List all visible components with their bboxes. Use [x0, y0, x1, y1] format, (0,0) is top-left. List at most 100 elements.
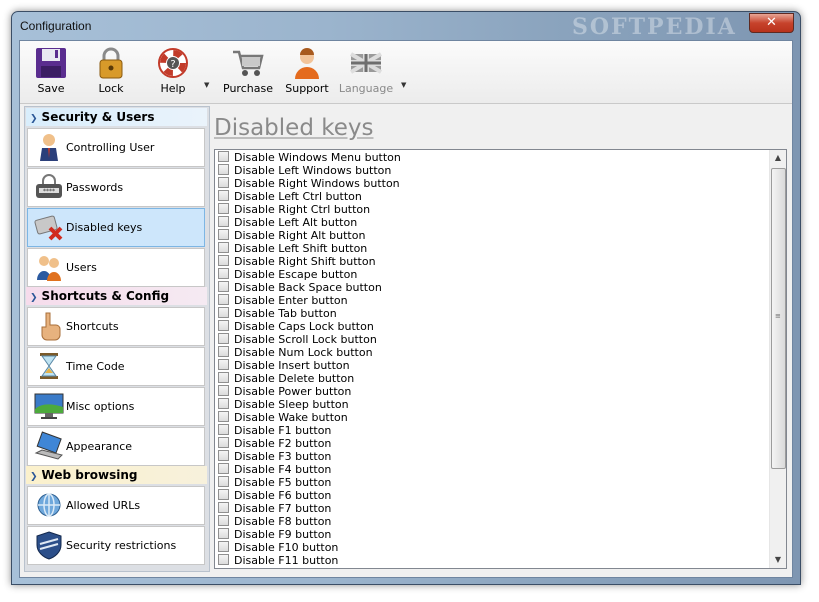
- checklist-item[interactable]: Disable F8 button: [218, 515, 401, 528]
- checkbox[interactable]: [218, 541, 229, 552]
- checkbox[interactable]: [218, 294, 229, 305]
- checkbox[interactable]: [218, 502, 229, 513]
- checkbox[interactable]: [218, 346, 229, 357]
- checkbox[interactable]: [218, 359, 229, 370]
- checklist-item[interactable]: Disable F3 button: [218, 450, 401, 463]
- checklist-item[interactable]: Disable Left Ctrl button: [218, 190, 401, 203]
- checklist-item[interactable]: Disable Left Alt button: [218, 216, 401, 229]
- checkbox[interactable]: [218, 554, 229, 565]
- checkbox[interactable]: [218, 424, 229, 435]
- checklist-item[interactable]: Disable Power button: [218, 385, 401, 398]
- svg-text:?: ?: [170, 59, 175, 70]
- checkbox[interactable]: [218, 463, 229, 474]
- scrollbar-thumb[interactable]: ≡: [771, 168, 786, 469]
- checklist-item[interactable]: Disable Wake button: [218, 411, 401, 424]
- checkbox[interactable]: [218, 242, 229, 253]
- disabled-keys-checklist[interactable]: Disable Windows Menu button Disable Left …: [214, 149, 787, 569]
- checklist-item[interactable]: Disable F9 button: [218, 528, 401, 541]
- checkbox[interactable]: [218, 515, 229, 526]
- checkbox[interactable]: [218, 216, 229, 227]
- sidebar-item-allowed-urls[interactable]: Allowed URLs: [27, 486, 205, 525]
- checkbox[interactable]: [218, 320, 229, 331]
- sidebar-item-disabled-keys[interactable]: Disabled keys: [27, 208, 205, 247]
- group-shortcuts-config[interactable]: ❯ Shortcuts & Config: [26, 287, 207, 305]
- checkbox[interactable]: [218, 190, 229, 201]
- save-button[interactable]: Save: [23, 44, 79, 100]
- lock-label: Lock: [98, 82, 124, 95]
- close-button[interactable]: ✕: [749, 13, 794, 33]
- checklist-item[interactable]: Disable Num Lock button: [218, 346, 401, 359]
- checklist-item[interactable]: Disable Right Ctrl button: [218, 203, 401, 216]
- checklist-item[interactable]: Disable Caps Lock button: [218, 320, 401, 333]
- checklist-item[interactable]: Disable F6 button: [218, 489, 401, 502]
- checkbox[interactable]: [218, 307, 229, 318]
- checkbox[interactable]: [218, 281, 229, 292]
- checkbox[interactable]: [218, 268, 229, 279]
- checklist-item[interactable]: Disable Left Shift button: [218, 242, 401, 255]
- lock-button[interactable]: Lock: [83, 44, 139, 100]
- checkbox[interactable]: [218, 398, 229, 409]
- checkbox[interactable]: [218, 164, 229, 175]
- title-bar[interactable]: Configuration SOFTPEDIA ✕: [12, 12, 800, 40]
- checklist-item[interactable]: Disable Insert button: [218, 359, 401, 372]
- language-dropdown-arrow[interactable]: ▼: [401, 81, 406, 89]
- checklist-item-label: Disable Num Lock button: [234, 346, 373, 359]
- vertical-scrollbar[interactable]: ▲ ≡ ▼: [769, 150, 786, 568]
- checkbox[interactable]: [218, 203, 229, 214]
- checklist-item[interactable]: Disable Delete button: [218, 372, 401, 385]
- sidebar-item-controlling-user[interactable]: Controlling User: [27, 128, 205, 167]
- sidebar-item-users[interactable]: Users: [27, 248, 205, 287]
- group-web-browsing[interactable]: ❯ Web browsing: [26, 466, 207, 484]
- checklist-item[interactable]: Disable F10 button: [218, 541, 401, 554]
- checkbox[interactable]: [218, 437, 229, 448]
- sidebar-item-shortcuts[interactable]: Shortcuts: [27, 307, 205, 346]
- group-security-users[interactable]: ❯ Security & Users: [26, 108, 207, 126]
- sidebar-item-passwords[interactable]: **** Passwords: [27, 168, 205, 207]
- checklist-item[interactable]: Disable Windows Menu button: [218, 151, 401, 164]
- sidebar-item-security-restrictions[interactable]: Security restrictions: [27, 526, 205, 565]
- support-button[interactable]: Support: [279, 44, 335, 100]
- sidebar-item-label: Disabled keys: [66, 221, 143, 234]
- checklist-item[interactable]: Disable Right Alt button: [218, 229, 401, 242]
- checkbox[interactable]: [218, 476, 229, 487]
- scroll-down-arrow[interactable]: ▼: [770, 552, 786, 568]
- checklist-item[interactable]: Disable F1 button: [218, 424, 401, 437]
- scroll-up-arrow[interactable]: ▲: [770, 150, 786, 166]
- checklist-item[interactable]: Disable Back Space button: [218, 281, 401, 294]
- sidebar-item-label: Passwords: [66, 181, 124, 194]
- help-button[interactable]: ? Help: [145, 44, 201, 100]
- checklist-item[interactable]: Disable F7 button: [218, 502, 401, 515]
- sidebar-item-misc-options[interactable]: Misc options: [27, 387, 205, 426]
- checklist-item[interactable]: Disable Right Windows button: [218, 177, 401, 190]
- help-dropdown-arrow[interactable]: ▼: [204, 81, 209, 89]
- checkbox[interactable]: [218, 450, 229, 461]
- checklist-item[interactable]: Disable F11 button: [218, 554, 401, 567]
- checklist-item[interactable]: Disable F5 button: [218, 476, 401, 489]
- checklist-item[interactable]: Disable Enter button: [218, 294, 401, 307]
- checklist-item-label: Disable Left Shift button: [234, 242, 368, 255]
- checklist-item[interactable]: Disable Right Shift button: [218, 255, 401, 268]
- checklist-item[interactable]: Disable Escape button: [218, 268, 401, 281]
- checkbox[interactable]: [218, 333, 229, 344]
- checklist-item[interactable]: Disable Scroll Lock button: [218, 333, 401, 346]
- sidebar-item-appearance[interactable]: Appearance: [27, 427, 205, 466]
- purchase-button[interactable]: Purchase: [220, 44, 276, 100]
- checklist-item[interactable]: Disable Tab button: [218, 307, 401, 320]
- checkbox[interactable]: [218, 411, 229, 422]
- checklist-item[interactable]: Disable Left Windows button: [218, 164, 401, 177]
- checklist-item-label: Disable Delete button: [234, 372, 355, 385]
- checkbox[interactable]: [218, 255, 229, 266]
- checklist-item[interactable]: Disable F4 button: [218, 463, 401, 476]
- checklist-item[interactable]: Disable Sleep button: [218, 398, 401, 411]
- sidebar-item-time-code[interactable]: Time Code: [27, 347, 205, 386]
- checkbox[interactable]: [218, 151, 229, 162]
- checkbox[interactable]: [218, 385, 229, 396]
- checkbox[interactable]: [218, 372, 229, 383]
- checkbox[interactable]: [218, 229, 229, 240]
- checkbox[interactable]: [218, 489, 229, 500]
- toolbar: Save Lock ? Help ▼ Purchase Support Lang…: [20, 41, 792, 104]
- checklist-item[interactable]: Disable F2 button: [218, 437, 401, 450]
- checkbox[interactable]: [218, 177, 229, 188]
- language-button[interactable]: Language: [338, 44, 394, 100]
- checkbox[interactable]: [218, 528, 229, 539]
